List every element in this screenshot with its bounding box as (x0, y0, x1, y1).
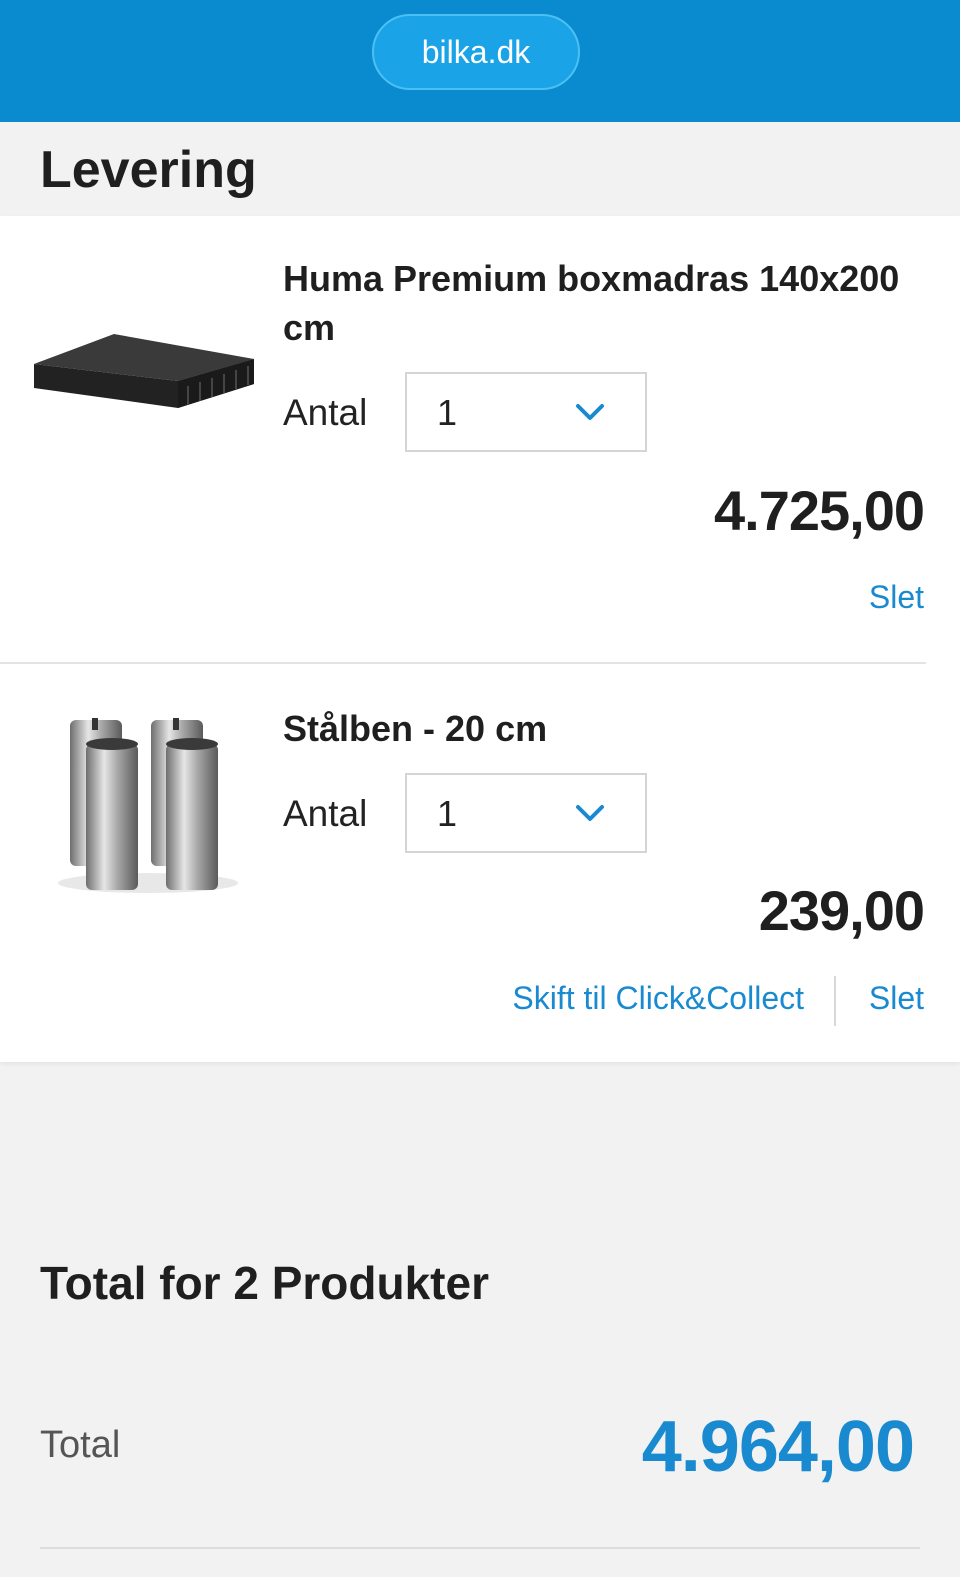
item-price: 239,00 (758, 879, 925, 942)
item-price: 4.725,00 (714, 479, 925, 542)
total-heading: Total for 2 Produkter (40, 1257, 489, 1309)
cart-item: Stålben - 20 cm Antal 1 239,00 Skift til… (0, 664, 960, 1062)
cart-card: Huma Premium boxmadras 140x200 cm Antal … (0, 216, 960, 1062)
total-value: 4.964,00 (641, 1407, 915, 1487)
item-name[interactable]: Huma Premium boxmadras 140x200 cm (283, 254, 928, 352)
cart-item: Huma Premium boxmadras 140x200 cm Antal … (0, 216, 960, 664)
url-text: bilka.dk (421, 33, 531, 70)
total-label: Total (40, 1424, 121, 1466)
delete-link[interactable]: Slet (869, 579, 924, 616)
link-separator (834, 976, 836, 1026)
quantity-value: 1 (437, 793, 458, 834)
section-title: Levering (40, 141, 257, 199)
steel-legs-image (58, 718, 238, 893)
mattress-image (34, 334, 254, 408)
quantity-select[interactable]: 1 (405, 372, 647, 452)
summary-divider (40, 1547, 920, 1549)
quantity-label: Antal (283, 793, 368, 834)
switch-click-collect-link[interactable]: Skift til Click&Collect (512, 980, 804, 1017)
chevron-down-icon (576, 805, 604, 821)
quantity-select[interactable]: 1 (405, 773, 647, 853)
quantity-label: Antal (283, 392, 368, 433)
delete-link[interactable]: Slet (869, 980, 924, 1017)
url-pill[interactable]: bilka.dk (372, 14, 580, 90)
browser-top-bar: bilka.dk (0, 0, 960, 122)
quantity-value: 1 (437, 392, 458, 433)
item-name[interactable]: Stålben - 20 cm (283, 704, 928, 753)
chevron-down-icon (576, 404, 604, 420)
